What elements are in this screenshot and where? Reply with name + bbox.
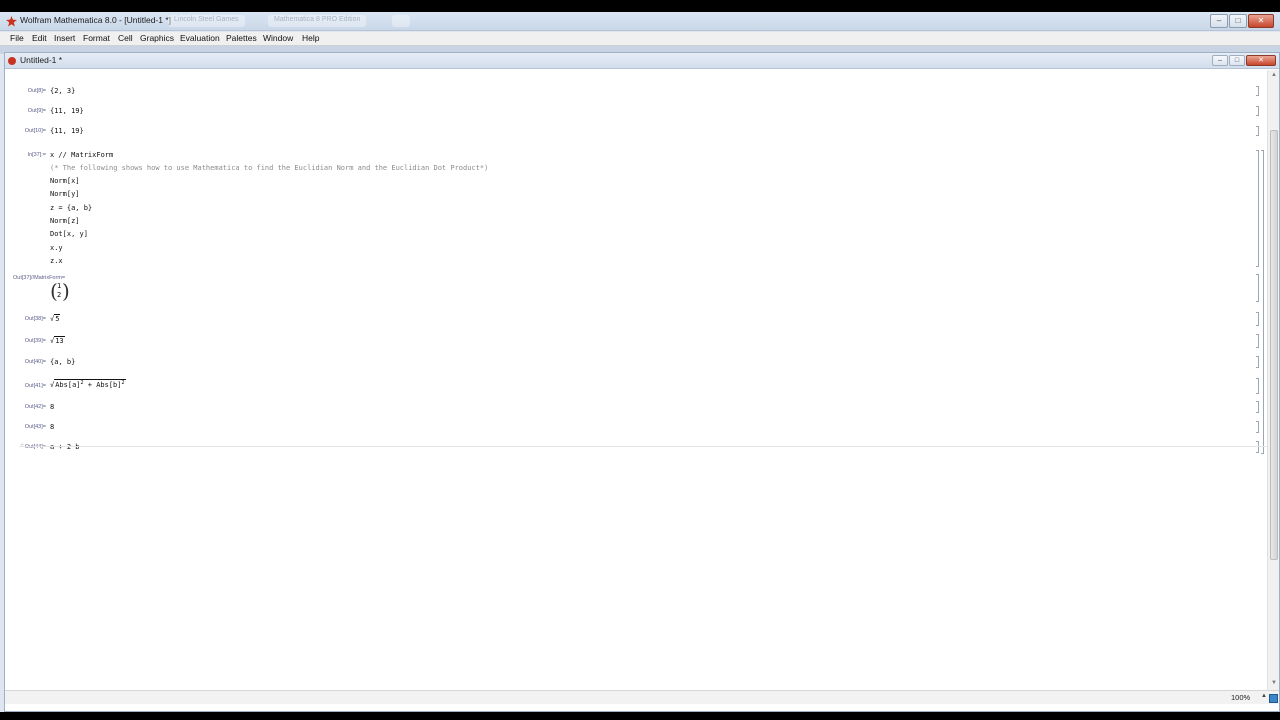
input-line-5[interactable]: z = {a, b} xyxy=(50,204,92,212)
cell-bracket-out40[interactable] xyxy=(1256,356,1259,368)
cell-label-in37: In[37]:= xyxy=(27,152,46,158)
zoom-level[interactable]: 100% xyxy=(1231,693,1250,702)
cell-out39[interactable]: √13 xyxy=(50,336,65,345)
cell-out41[interactable]: √Abs[a]2 + Abs[b]2 xyxy=(50,379,126,389)
matrix-entry-1: 1 xyxy=(57,282,62,290)
background-tab-1: Lincoln Steel Games xyxy=(168,15,245,27)
cell-label-out8: Out[8]= xyxy=(27,88,46,94)
cell-bracket-out38[interactable] xyxy=(1256,312,1259,326)
cell-insertion-line[interactable] xyxy=(19,446,1267,447)
cell-out42[interactable]: 8 xyxy=(50,403,54,411)
menu-format[interactable]: Format xyxy=(83,33,110,43)
matrix-output[interactable]: ( 1 2 ) xyxy=(50,279,70,303)
app-maximize-button[interactable]: □ xyxy=(1229,14,1247,28)
cell-bracket-out41[interactable] xyxy=(1256,378,1259,394)
cell-bracket-out44[interactable] xyxy=(1256,441,1259,453)
cell-bracket-out8[interactable] xyxy=(1256,86,1259,96)
cell-label-out41: Out[41]= xyxy=(24,383,46,389)
cell-label-out10: Out[10]= xyxy=(24,128,46,134)
resize-grip-icon[interactable] xyxy=(1269,694,1278,703)
bottom-letterbox xyxy=(0,712,1280,720)
menu-bar: File Edit Insert Format Cell Graphics Ev… xyxy=(0,32,1280,46)
cell-bracket-out43[interactable] xyxy=(1256,421,1259,433)
menu-graphics[interactable]: Graphics xyxy=(140,33,174,43)
top-letterbox xyxy=(0,0,1280,12)
cell-bracket-out9[interactable] xyxy=(1256,106,1259,116)
menu-cell[interactable]: Cell xyxy=(118,33,133,43)
cell-label-out44: Out[44]= xyxy=(24,444,46,450)
zoom-menu-icon[interactable]: ▲ xyxy=(1261,693,1267,699)
exponent: 2 xyxy=(121,380,125,386)
vertical-scrollbar[interactable]: ▲ ▼ xyxy=(1267,70,1279,690)
cell-out9[interactable]: {11, 19} xyxy=(50,107,84,115)
cell-out10[interactable]: {11, 19} xyxy=(50,127,84,135)
cell-bracket-out42[interactable] xyxy=(1256,401,1259,413)
cell-out38[interactable]: √5 xyxy=(50,314,61,323)
cell-group-bracket[interactable] xyxy=(1261,150,1264,454)
cell-out8[interactable]: {2, 3} xyxy=(50,87,75,95)
matrix-entry-2: 2 xyxy=(57,291,62,299)
menu-help[interactable]: Help xyxy=(302,33,319,43)
cell-label-out40: Out[40]= xyxy=(24,359,46,365)
mathematica-app-window: Wolfram Mathematica 8.0 - [Untitled-1 *]… xyxy=(0,12,1280,712)
app-titlebar[interactable]: Wolfram Mathematica 8.0 - [Untitled-1 *]… xyxy=(0,12,1280,31)
input-line-9[interactable]: z.x xyxy=(50,257,63,265)
notebook-title: Untitled-1 * xyxy=(20,55,63,65)
cell-label-out42: Out[42]= xyxy=(24,404,46,410)
notebook-minimize-button[interactable]: – xyxy=(1212,55,1228,66)
menu-palettes[interactable]: Palettes xyxy=(226,33,257,43)
input-line-3[interactable]: Norm[x] xyxy=(50,177,80,185)
cell-out40[interactable]: {a, b} xyxy=(50,358,75,366)
input-line-8[interactable]: x.y xyxy=(50,244,63,252)
plus-sign: + xyxy=(83,381,97,389)
background-tab-3 xyxy=(392,15,410,27)
notebook-icon xyxy=(8,57,16,65)
input-line-1[interactable]: x // MatrixForm xyxy=(50,151,113,159)
radicand: 13 xyxy=(54,336,65,345)
term-abs-a: Abs[a] xyxy=(55,381,81,389)
cell-bracket-in37[interactable] xyxy=(1256,150,1259,267)
menu-edit[interactable]: Edit xyxy=(32,33,47,43)
cell-bracket-out39[interactable] xyxy=(1256,334,1259,348)
input-comment-line[interactable]: (* The following shows how to use Mathem… xyxy=(50,164,488,172)
cell-label-out38: Out[38]= xyxy=(24,316,46,322)
input-line-7[interactable]: Dot[x, y] xyxy=(50,230,88,238)
notebook-maximize-button[interactable]: □ xyxy=(1229,55,1245,66)
scrollbar-thumb[interactable] xyxy=(1270,130,1278,560)
term-abs-b: Abs[b] xyxy=(96,381,122,389)
radicand: 5 xyxy=(54,314,61,323)
cell-label-out9: Out[9]= xyxy=(27,108,46,114)
notebook-window: Untitled-1 * – □ ✕ Out[8]= {2, 3} Out[9]… xyxy=(4,52,1280,712)
scroll-up-icon[interactable]: ▲ xyxy=(1270,72,1278,78)
status-bar: 100% ▲ xyxy=(5,690,1279,704)
menu-insert[interactable]: Insert xyxy=(54,33,75,43)
input-line-4[interactable]: Norm[y] xyxy=(50,190,80,198)
cell-label-out39: Out[39]= xyxy=(24,338,46,344)
menu-evaluation[interactable]: Evaluation xyxy=(180,33,220,43)
cell-bracket-out37[interactable] xyxy=(1256,274,1259,302)
menu-file[interactable]: File xyxy=(10,33,24,43)
matrix-right-paren: ) xyxy=(62,279,70,303)
notebook-titlebar[interactable]: Untitled-1 * – □ ✕ xyxy=(5,53,1279,69)
app-minimize-button[interactable]: – xyxy=(1210,14,1228,28)
app-close-button[interactable]: ✕ xyxy=(1248,14,1274,28)
menu-window[interactable]: Window xyxy=(263,33,293,43)
scroll-down-icon[interactable]: ▼ xyxy=(1270,680,1278,686)
background-tab-2: Mathematica 8 PRO Edition xyxy=(268,15,367,27)
cell-out43[interactable]: 8 xyxy=(50,423,54,431)
cell-insertion-plus-icon[interactable]: + xyxy=(20,442,24,449)
cell-out44[interactable]: a + 2 b xyxy=(50,443,80,451)
cell-label-out43: Out[43]= xyxy=(24,424,46,430)
app-title: Wolfram Mathematica 8.0 - [Untitled-1 *] xyxy=(20,15,172,25)
mathematica-logo-icon xyxy=(6,16,17,27)
input-line-6[interactable]: Norm[z] xyxy=(50,217,80,225)
notebook-content[interactable]: Out[8]= {2, 3} Out[9]= {11, 19} Out[10]=… xyxy=(5,70,1267,690)
cell-bracket-out10[interactable] xyxy=(1256,126,1259,136)
notebook-close-button[interactable]: ✕ xyxy=(1246,55,1276,66)
